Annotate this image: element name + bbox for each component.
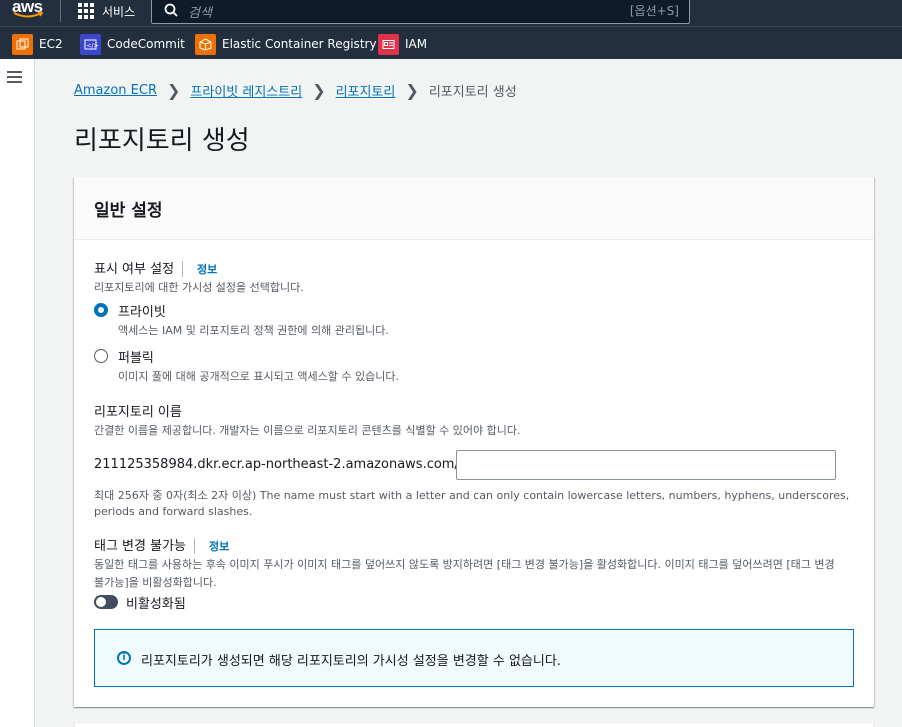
breadcrumb-private-registry[interactable]: 프라이빗 레지스트리 xyxy=(190,81,302,100)
public-option-label[interactable]: 퍼블릭 xyxy=(118,347,154,366)
toggle-state-label: 비활성화됨 xyxy=(126,597,186,612)
info-icon: i xyxy=(117,651,131,665)
public-option-description: 이미지 풀에 대해 공개적으로 표시되고 액세스할 수 있습니다. xyxy=(118,370,399,383)
divider xyxy=(194,537,195,554)
visibility-info-link[interactable]: 정보 xyxy=(197,263,217,276)
breadcrumb-repositories[interactable]: 리포지토리 xyxy=(336,81,396,100)
repo-name-description: 간결한 이름을 제공합니다. 개발자는 이름으로 리포지토리 콘텐츠를 식별할 … xyxy=(94,424,521,437)
visibility-description: 리포지토리에 대한 가시성 설정을 선택합니다. xyxy=(94,281,304,294)
tag-immutability-description: 동일한 태그를 사용하는 후속 이미지 푸시가 이미지 태그를 덮어쓰지 않도록… xyxy=(94,556,864,590)
private-option-description: 액세스는 IAM 및 리포지토리 정책 권한에 의해 관리됩니다. xyxy=(118,324,389,337)
chevron-right-icon: ❯ xyxy=(167,80,181,100)
general-settings-card: 일반 설정 표시 여부 설정 정보 리포지토리에 대한 가시성 설정을 선택합니다… xyxy=(74,177,874,707)
search-shortcut: [옵션+S] xyxy=(629,4,679,18)
iam-icon xyxy=(378,33,399,55)
card-header: 일반 설정 xyxy=(74,177,874,240)
repo-uri-prefix: 211125358984.dkr.ecr.ap-northeast-2.amaz… xyxy=(94,457,459,472)
private-option-label[interactable]: 프라이빗 xyxy=(118,301,166,320)
description-line: 동일한 태그를 사용하는 후속 이미지 푸시가 이미지 태그를 덮어쓰지 않도록… xyxy=(94,558,835,571)
private-radio[interactable] xyxy=(94,303,108,317)
services-menu[interactable]: 서비스 xyxy=(78,0,135,22)
favorite-label: IAM xyxy=(405,37,428,51)
repo-name-constraint: 최대 256자 중 0자(최소 2자 이상) The name must sta… xyxy=(94,487,864,518)
repo-name-label: 리포지토리 이름 xyxy=(94,405,182,420)
favorite-label: EC2 xyxy=(39,37,63,51)
favorite-codecommit[interactable]: </> CodeCommit xyxy=(80,33,185,55)
top-navigation: aws 서비스 검색 [옵션+S] xyxy=(0,0,902,26)
next-section-card xyxy=(74,722,874,727)
favorite-label: Elastic Container Registry xyxy=(222,37,377,51)
breadcrumb-current: 리포지토리 생성 xyxy=(428,84,517,100)
favorite-ecr[interactable]: Elastic Container Registry xyxy=(195,33,377,55)
tag-immutability-info-link[interactable]: 정보 xyxy=(209,540,229,553)
tag-immutability-toggle[interactable] xyxy=(94,595,118,609)
visibility-label: 표시 여부 설정 xyxy=(94,262,175,277)
codecommit-icon: </> xyxy=(80,33,101,55)
visibility-label-row: 표시 여부 설정 정보 xyxy=(94,258,217,277)
search-placeholder: 검색 xyxy=(188,6,212,21)
card-title: 일반 설정 xyxy=(94,201,163,221)
favorite-iam[interactable]: IAM xyxy=(378,33,427,55)
tag-immutability-label-row: 태그 변경 불가능 정보 xyxy=(94,535,229,554)
repository-name-input[interactable] xyxy=(456,450,836,480)
grid-icon xyxy=(78,3,94,19)
breadcrumb: Amazon ECR ❯ 프라이빗 레지스트리 ❯ 리포지토리 ❯ 리포지토리 … xyxy=(74,80,517,100)
favorites-bar: EC2 </> CodeCommit Elastic Container Reg… xyxy=(0,26,902,59)
svg-text:</>: </> xyxy=(87,42,99,49)
chevron-right-icon: ❯ xyxy=(405,80,419,100)
favorite-ec2[interactable]: EC2 xyxy=(12,33,63,55)
side-navigation-strip xyxy=(0,59,35,727)
menu-icon[interactable] xyxy=(7,71,22,84)
alert-text: 리포지토리가 생성되면 해당 리포지토리의 가시성 설정을 변경할 수 없습니다… xyxy=(141,654,561,669)
aws-smile-icon xyxy=(13,11,43,18)
tag-immutability-label: 태그 변경 불가능 xyxy=(94,539,186,554)
divider xyxy=(182,260,184,277)
services-label: 서비스 xyxy=(102,4,136,19)
aws-logo[interactable]: aws xyxy=(12,0,46,23)
search-icon xyxy=(164,3,178,17)
constraint-line: 최대 256자 중 0자(최소 2자 이상) The name must sta… xyxy=(94,489,850,502)
nav-divider xyxy=(60,0,61,22)
ec2-icon xyxy=(12,33,33,55)
info-alert: i 리포지토리가 생성되면 해당 리포지토리의 가시성 설정을 변경할 수 없습… xyxy=(94,629,854,687)
favorite-label: CodeCommit xyxy=(107,37,185,51)
breadcrumb-amazon-ecr[interactable]: Amazon ECR xyxy=(74,83,157,98)
page-title: 리포지토리 생성 xyxy=(74,126,250,156)
public-radio[interactable] xyxy=(94,349,108,363)
constraint-line: periods and forward slashes. xyxy=(94,505,253,518)
chevron-right-icon: ❯ xyxy=(312,80,326,100)
description-line: 불가능]을 비활성화합니다. xyxy=(94,576,217,589)
ecr-icon xyxy=(195,33,216,55)
search-input[interactable]: 검색 [옵션+S] xyxy=(151,0,690,24)
